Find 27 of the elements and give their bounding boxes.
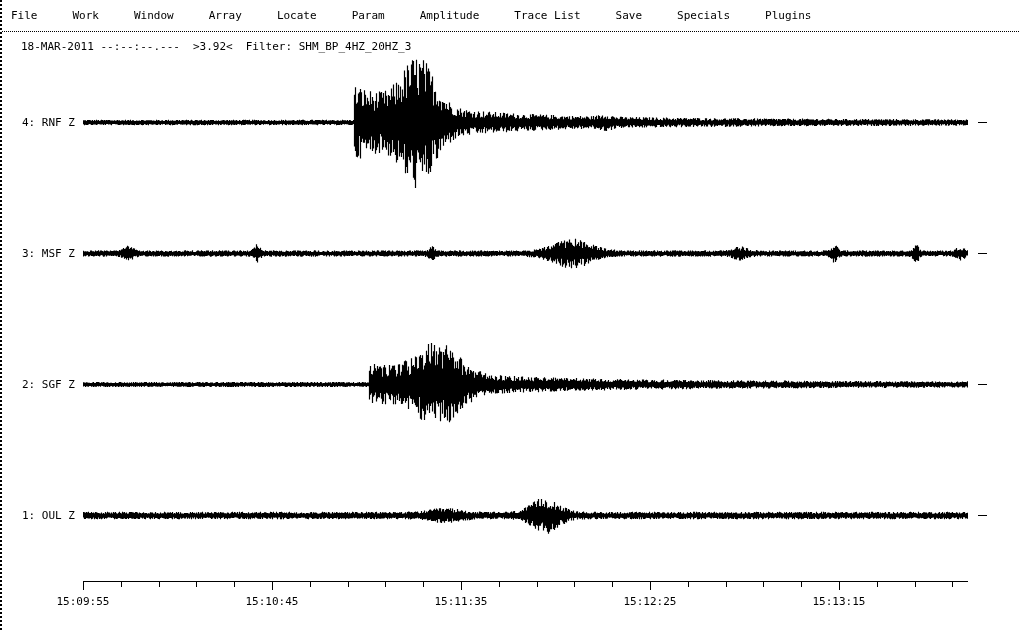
menu-item[interactable]: Amplitude [414, 9, 485, 22]
menu-item[interactable]: Specials [672, 9, 736, 22]
trace-end-mark [978, 515, 987, 516]
time-label: 15:13:15 [812, 595, 866, 608]
menu-item[interactable]: Plugins [760, 9, 817, 22]
trace-label: 1: OUL Z [21, 509, 76, 522]
menu-item[interactable]: File [6, 9, 43, 22]
trace-label: 4: RNF Z [21, 116, 76, 129]
trace-end-mark [978, 122, 987, 123]
trace-label: 3: MSF Z [21, 247, 76, 260]
time-label: 15:10:45 [245, 595, 299, 608]
menu-item[interactable]: Work [67, 9, 104, 22]
time-label: 15:11:35 [434, 595, 488, 608]
trace-label: 2: SGF Z [21, 378, 76, 391]
menu-item[interactable]: Array [203, 9, 247, 22]
menu-item[interactable]: Trace List [509, 9, 586, 22]
time-label: 15:09:55 [56, 595, 110, 608]
time-label: 15:12:25 [623, 595, 677, 608]
date-time-text: 18-MAR-2011 --:--:--.--- [21, 39, 180, 53]
menu-item[interactable]: Save [610, 9, 648, 22]
filter-text: Filter: SHM_BP_4HZ_20HZ_3 [245, 39, 412, 53]
trace-end-mark [978, 253, 987, 254]
menu-item[interactable]: Param [346, 9, 390, 22]
magnitude-text: >3.92< [192, 39, 233, 53]
menu-item[interactable]: Window [129, 9, 179, 22]
menu-item[interactable]: Locate [271, 9, 322, 22]
trace-end-mark [978, 384, 987, 385]
